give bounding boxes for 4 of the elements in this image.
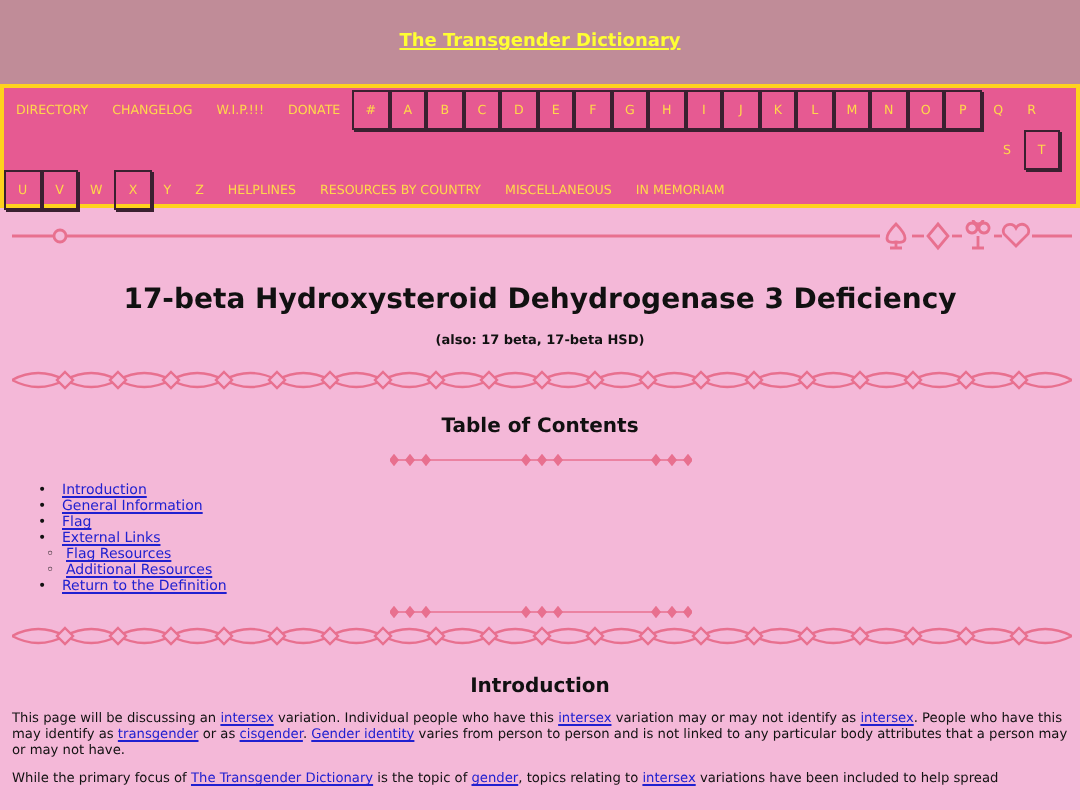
page-title: 17-beta Hydroxysteroid Dehydrogenase 3 Deficiency: [121, 282, 959, 320]
section-heading: Introduction: [468, 674, 612, 702]
site-title-link[interactable]: The Transgender Dictionary: [399, 32, 681, 52]
toc-heading: Table of Contents: [439, 414, 641, 442]
